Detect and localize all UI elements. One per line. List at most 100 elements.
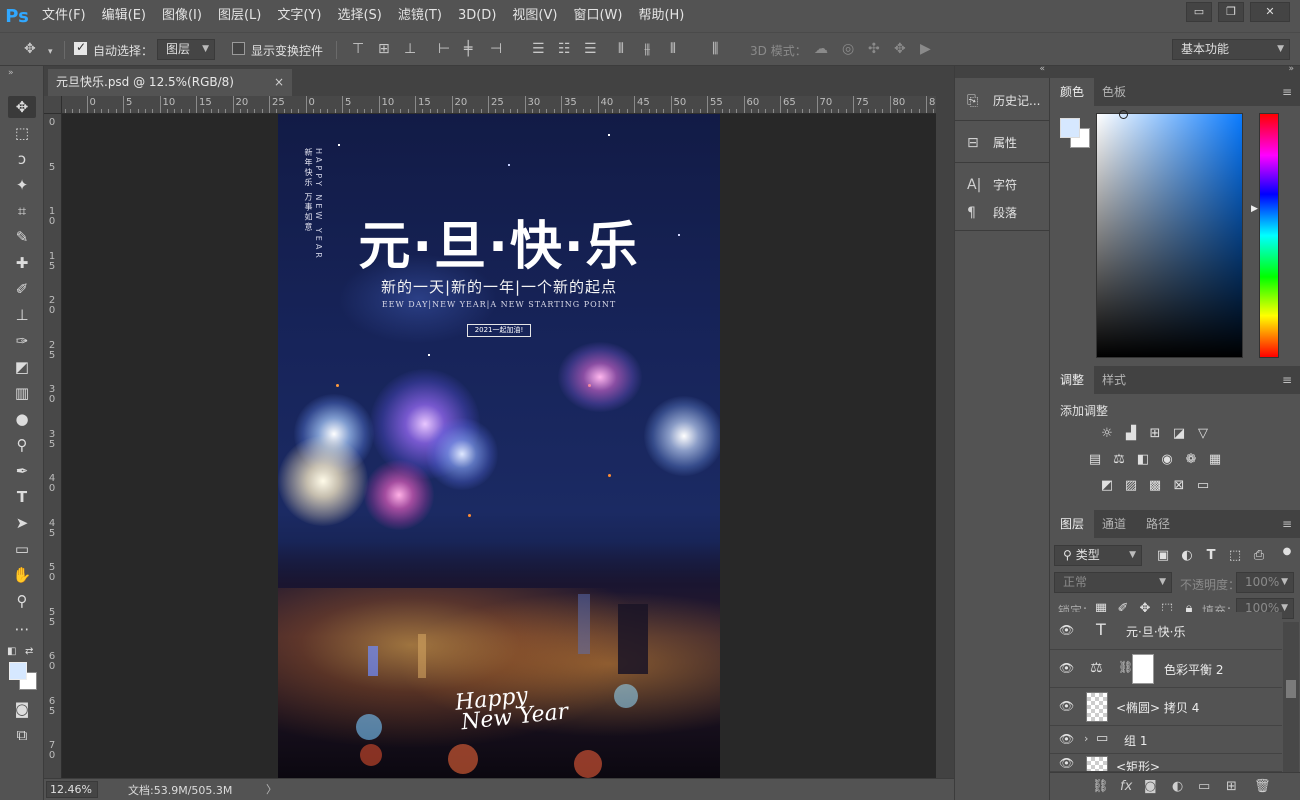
quick-mask-icon[interactable]: ◙ xyxy=(8,698,36,720)
hue-slider-handle[interactable]: ▶ xyxy=(1251,204,1258,214)
more-tools-icon[interactable]: ⋯ xyxy=(8,618,36,640)
menu-3d[interactable]: 3D(D) xyxy=(450,0,504,32)
hand-tool-icon[interactable]: ✋ xyxy=(8,564,36,586)
layer-row[interactable]: 👁︎ T 元·旦·快·乐 xyxy=(1050,612,1282,650)
tab-layers[interactable]: 图层 xyxy=(1050,510,1095,538)
panel-properties-button[interactable]: ⊟ 属性 xyxy=(955,130,1049,156)
blend-mode-dropdown[interactable]: 正常 ▼ xyxy=(1054,572,1172,593)
new-group-icon[interactable]: ▭ xyxy=(1198,779,1210,794)
layer-thumbnail[interactable] xyxy=(1086,692,1108,722)
fx-icon[interactable]: fx xyxy=(1120,779,1132,794)
close-tab-icon[interactable]: × xyxy=(274,69,284,95)
exposure-icon[interactable]: ◪ xyxy=(1170,426,1188,442)
rectangle-tool-icon[interactable]: ▭ xyxy=(8,538,36,560)
screen-mode-icon[interactable]: ⧉ xyxy=(8,724,36,746)
healing-brush-tool-icon[interactable]: ✚ xyxy=(8,252,36,274)
auto-select-checkbox[interactable] xyxy=(74,40,87,55)
tab-styles[interactable]: 样式 xyxy=(1092,366,1136,394)
menu-window[interactable]: 窗口(W) xyxy=(565,0,630,32)
move-tool-icon[interactable]: ✥ xyxy=(8,96,36,118)
path-selection-tool-icon[interactable]: ➤ xyxy=(8,512,36,534)
menu-image[interactable]: 图像(I) xyxy=(154,0,210,32)
menu-layer[interactable]: 图层(L) xyxy=(210,0,269,32)
clone-stamp-tool-icon[interactable]: ⊥ xyxy=(8,304,36,326)
layer-row[interactable]: 👁︎ › ▭ 组 1 xyxy=(1050,726,1282,754)
document-size-info[interactable]: 文档:53.9M/505.3M xyxy=(128,782,232,798)
default-colors-icon[interactable]: ◧ xyxy=(7,646,16,657)
gradient-map-icon[interactable]: ▭ xyxy=(1194,478,1212,494)
new-layer-icon[interactable]: ⊞ xyxy=(1226,779,1237,794)
distribute-vcenter-icon[interactable]: ☷ xyxy=(558,41,571,57)
workspace-dropdown[interactable]: 基本功能 ▼ xyxy=(1172,39,1290,60)
visibility-eye-icon[interactable]: 👁︎ xyxy=(1059,661,1074,675)
panel-history-button[interactable]: ⎘ 历史记... xyxy=(955,88,1049,114)
channel-mixer-icon[interactable]: ❁ xyxy=(1182,452,1200,468)
panel-menu-icon[interactable]: ≡ xyxy=(1282,85,1292,99)
ruler-origin[interactable] xyxy=(44,96,62,114)
expand-group-icon[interactable]: › xyxy=(1084,732,1088,745)
layer-filter-kind-dropdown[interactable]: ⚲ 类型 ▼ xyxy=(1054,545,1142,566)
3d-pan-icon[interactable]: ✣ xyxy=(868,41,880,57)
align-left-icon[interactable]: ⊢ xyxy=(438,41,450,57)
hue-saturation-icon[interactable]: ▤ xyxy=(1086,452,1104,468)
delete-layer-icon[interactable]: 🗑︎ xyxy=(1254,779,1271,794)
brightness-icon[interactable]: ☼ xyxy=(1098,426,1116,442)
layer-name[interactable]: 元·旦·快·乐 xyxy=(1126,623,1185,640)
scrollbar-thumb[interactable] xyxy=(1286,680,1296,698)
visibility-eye-icon[interactable]: 👁︎ xyxy=(1059,732,1074,746)
canvas-vertical-scrollbar[interactable] xyxy=(936,96,954,778)
menu-type[interactable]: 文字(Y) xyxy=(269,0,329,32)
distribute-right-icon[interactable]: ⫴ xyxy=(670,41,676,57)
panel-collapse-bar[interactable]: » xyxy=(1050,64,1300,78)
tab-channels[interactable]: 通道 xyxy=(1092,510,1136,538)
menu-help[interactable]: 帮助(H) xyxy=(630,0,692,32)
magic-wand-tool-icon[interactable]: ✦ xyxy=(8,174,36,196)
color-picker-cursor[interactable] xyxy=(1119,110,1128,119)
3d-rotate-icon[interactable]: ☁ xyxy=(814,41,828,57)
visibility-eye-icon[interactable]: 👁︎ xyxy=(1059,623,1074,637)
collapse-panels-icon[interactable]: » xyxy=(1288,64,1294,74)
collapse-toolbar-icon[interactable]: » xyxy=(8,68,14,78)
align-bottom-icon[interactable]: ⊥ xyxy=(404,41,416,57)
curves-icon[interactable]: ⊞ xyxy=(1146,426,1164,442)
color-lookup-icon[interactable]: ▦ xyxy=(1206,452,1224,468)
filter-pixel-icon[interactable]: ▣ xyxy=(1154,548,1172,564)
selective-color-icon[interactable]: ⊠ xyxy=(1170,478,1188,494)
layer-thumbnail[interactable] xyxy=(1086,756,1108,771)
minimize-button[interactable]: ▭ xyxy=(1186,2,1212,22)
align-vcenter-icon[interactable]: ⊞ xyxy=(378,41,390,57)
tool-preset-caret-icon[interactable]: ▾ xyxy=(48,44,53,60)
menu-filter[interactable]: 滤镜(T) xyxy=(390,0,450,32)
menu-view[interactable]: 视图(V) xyxy=(504,0,565,32)
blur-tool-icon[interactable]: ● xyxy=(8,408,36,430)
document-tab[interactable]: 元旦快乐.psd @ 12.5%(RGB/8) × xyxy=(48,69,292,96)
pen-tool-icon[interactable]: ✒ xyxy=(8,460,36,482)
color-balance-icon[interactable]: ⚖ xyxy=(1110,452,1128,468)
layer-row[interactable]: 👁︎ ⚖ ⛓ 色彩平衡 2 xyxy=(1050,650,1282,688)
align-hcenter-icon[interactable]: ╪ xyxy=(464,41,472,57)
tab-adjustments[interactable]: 调整 xyxy=(1050,366,1095,394)
opacity-field[interactable]: 100% ▼ xyxy=(1236,572,1294,593)
menu-file[interactable]: 文件(F) xyxy=(34,0,94,32)
status-menu-arrow-icon[interactable]: 〉 xyxy=(266,781,277,797)
swap-colors-icon[interactable]: ⇄ xyxy=(25,646,33,657)
filter-smart-object-icon[interactable]: ⎙ xyxy=(1250,548,1268,564)
brush-tool-icon[interactable]: ✐ xyxy=(8,278,36,300)
link-icon[interactable]: ⛓ xyxy=(1118,660,1133,674)
filter-shape-icon[interactable]: ⬚ xyxy=(1226,548,1244,564)
auto-select-target-dropdown[interactable]: 图层 ▼ xyxy=(157,39,215,60)
gradient-tool-icon[interactable]: ▥ xyxy=(8,382,36,404)
show-transform-checkbox[interactable] xyxy=(232,42,245,55)
layer-mask-thumbnail[interactable] xyxy=(1132,654,1154,684)
hue-slider[interactable] xyxy=(1259,113,1279,358)
align-top-icon[interactable]: ⊤ xyxy=(352,41,364,57)
eyedropper-tool-icon[interactable]: ✎ xyxy=(8,226,36,248)
restore-button[interactable]: ❐ xyxy=(1218,2,1244,22)
tab-color[interactable]: 颜色 xyxy=(1050,78,1095,106)
layer-name[interactable]: 色彩平衡 2 xyxy=(1164,661,1223,678)
filter-adjustment-icon[interactable]: ◐ xyxy=(1178,548,1196,564)
posterize-icon[interactable]: ▨ xyxy=(1122,478,1140,494)
filter-toggle-icon[interactable]: ● xyxy=(1278,544,1296,560)
panel-menu-icon[interactable]: ≡ xyxy=(1282,373,1292,387)
dodge-tool-icon[interactable]: ⚲ xyxy=(8,434,36,456)
